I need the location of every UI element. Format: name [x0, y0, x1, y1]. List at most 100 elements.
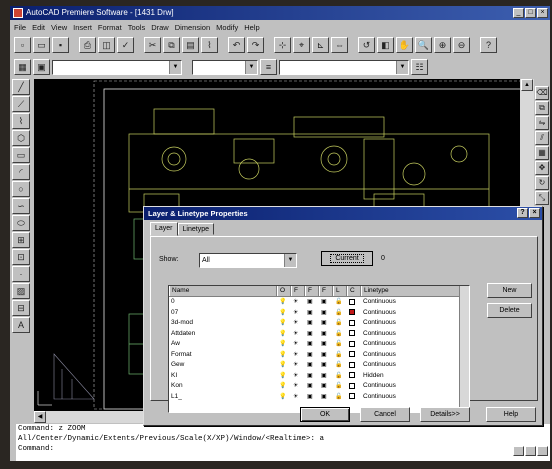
redraw-icon[interactable]: ↺	[358, 37, 375, 53]
ellipse-icon[interactable]: ⬭	[12, 215, 30, 231]
copy-icon[interactable]: ⧉	[163, 37, 180, 53]
menu-insert[interactable]: Insert	[73, 23, 92, 32]
freeze-vp-icon[interactable]: ▣	[305, 381, 319, 391]
freeze-vp-icon[interactable]: ▣	[305, 371, 319, 381]
help-icon[interactable]: ?	[480, 37, 497, 53]
freeze-vp-icon[interactable]: ▣	[305, 350, 319, 360]
lock-icon[interactable]: 🔓	[333, 318, 347, 328]
scroll-up-icon[interactable]: ▲	[521, 79, 533, 91]
col-freeze[interactable]: F	[291, 286, 305, 296]
match-props-icon[interactable]: ⌇	[201, 37, 218, 53]
freeze-icon[interactable]: ☀	[291, 381, 305, 391]
freeze-icon[interactable]: ☀	[291, 329, 305, 339]
freeze-new-icon[interactable]: ▣	[319, 329, 333, 339]
menu-help[interactable]: Help	[244, 23, 259, 32]
freeze-vp-icon[interactable]: ▣	[305, 318, 319, 328]
zoom-realtime-icon[interactable]: 🔍	[415, 37, 432, 53]
color-swatch[interactable]	[347, 329, 361, 339]
lock-icon[interactable]: 🔓	[333, 339, 347, 349]
menu-dimension[interactable]: Dimension	[175, 23, 210, 32]
bulb-icon[interactable]: 💡	[277, 308, 291, 318]
layer-list[interactable]: Name O F F F L C Linetype 0 💡 ☀ ▣ ▣ 🔓 Continuo…	[168, 285, 470, 413]
lock-icon[interactable]: 🔓	[333, 371, 347, 381]
lock-icon[interactable]: 🔓	[333, 392, 347, 402]
cancel-button[interactable]: Cancel	[360, 407, 410, 422]
cut-icon[interactable]: ✂	[144, 37, 161, 53]
freeze-icon[interactable]: ☀	[291, 318, 305, 328]
redo-icon[interactable]: ↷	[247, 37, 264, 53]
erase-icon[interactable]: ⌫	[535, 86, 549, 100]
col-on[interactable]: O	[277, 286, 291, 296]
freeze-icon[interactable]: ☀	[291, 308, 305, 318]
layers-icon[interactable]: ▦	[14, 59, 31, 75]
color-combo[interactable]: ▼	[192, 59, 258, 75]
preview-icon[interactable]: ◫	[98, 37, 115, 53]
object-snap-icon[interactable]: ⌖	[293, 37, 310, 53]
mirror-icon[interactable]: ⇋	[535, 116, 549, 130]
freeze-new-icon[interactable]: ▣	[319, 360, 333, 370]
zoom-previous-icon[interactable]: ⊖	[453, 37, 470, 53]
col-color[interactable]: C	[347, 286, 361, 296]
spline-icon[interactable]: ∽	[12, 198, 30, 214]
spell-icon[interactable]: ✓	[117, 37, 134, 53]
tray-button-2[interactable]	[525, 446, 536, 456]
construction-line-icon[interactable]: ⟋	[12, 96, 30, 112]
lock-icon[interactable]: 🔓	[333, 329, 347, 339]
freeze-new-icon[interactable]: ▣	[319, 297, 333, 307]
freeze-new-icon[interactable]: ▣	[319, 339, 333, 349]
freeze-icon[interactable]: ☀	[291, 371, 305, 381]
move-icon[interactable]: ✥	[535, 161, 549, 175]
offset-icon[interactable]: ⫽	[535, 131, 549, 145]
undo-icon[interactable]: ↶	[228, 37, 245, 53]
hatch-icon[interactable]: ▨	[12, 283, 30, 299]
freeze-vp-icon[interactable]: ▣	[305, 297, 319, 307]
freeze-new-icon[interactable]: ▣	[319, 392, 333, 402]
lock-icon[interactable]: 🔓	[333, 308, 347, 318]
freeze-new-icon[interactable]: ▣	[319, 350, 333, 360]
array-icon[interactable]: ▦	[535, 146, 549, 160]
freeze-icon[interactable]: ☀	[291, 339, 305, 349]
linetype-combo[interactable]: ▼	[279, 59, 409, 75]
scroll-left-icon[interactable]: ◀	[34, 411, 46, 423]
current-button[interactable]: Current	[321, 251, 373, 266]
layer-row[interactable]: KI 💡 ☀ ▣ ▣ 🔓 Hidden	[169, 371, 469, 382]
layer-row[interactable]: 07 💡 ☀ ▣ ▣ 🔓 Continuous	[169, 308, 469, 319]
freeze-vp-icon[interactable]: ▣	[305, 392, 319, 402]
polygon-icon[interactable]: ⬡	[12, 130, 30, 146]
delete-layer-button[interactable]: Delete	[487, 303, 532, 318]
maximize-button[interactable]: □	[525, 8, 536, 18]
minimize-button[interactable]: _	[513, 8, 524, 18]
freeze-vp-icon[interactable]: ▣	[305, 308, 319, 318]
color-swatch[interactable]	[347, 318, 361, 328]
menu-modify[interactable]: Modify	[216, 23, 238, 32]
menu-format[interactable]: Format	[98, 23, 122, 32]
layer-row[interactable]: Attdaten 💡 ☀ ▣ ▣ 🔓 Continuous	[169, 329, 469, 340]
menu-view[interactable]: View	[51, 23, 67, 32]
command-prompt[interactable]: Command:	[18, 444, 550, 454]
copy-object-icon[interactable]: ⧉	[535, 101, 549, 115]
zoom-pan-icon[interactable]: ✋	[396, 37, 413, 53]
make-current-icon[interactable]: ▣	[33, 59, 50, 75]
tab-linetype[interactable]: Linetype	[177, 223, 214, 235]
col-freeze-new[interactable]: F	[319, 286, 333, 296]
layer-row[interactable]: Aw 💡 ☀ ▣ ▣ 🔓 Continuous	[169, 339, 469, 350]
ucs-icon[interactable]: ⊾	[312, 37, 329, 53]
polyline-icon[interactable]: ⌇	[12, 113, 30, 129]
col-lock[interactable]: L	[333, 286, 347, 296]
layer-row[interactable]: 0 💡 ☀ ▣ ▣ 🔓 Continuous	[169, 297, 469, 308]
freeze-icon[interactable]: ☀	[291, 392, 305, 402]
layer-combo[interactable]: ▼	[52, 59, 182, 75]
bulb-icon[interactable]: 💡	[277, 339, 291, 349]
views-icon[interactable]: ◧	[377, 37, 394, 53]
command-window[interactable]: Command: z ZOOM All/Center/Dynamic/Exten…	[16, 424, 550, 461]
lock-icon[interactable]: 🔓	[333, 381, 347, 391]
bulb-icon[interactable]: 💡	[277, 297, 291, 307]
new-layer-button[interactable]: New	[487, 283, 532, 298]
bulb-icon[interactable]: 💡	[277, 350, 291, 360]
dist-icon[interactable]: ⇔	[331, 37, 348, 53]
bulb-icon[interactable]: 💡	[277, 329, 291, 339]
lock-icon[interactable]: 🔓	[333, 360, 347, 370]
paste-icon[interactable]: ▤	[182, 37, 199, 53]
print-icon[interactable]: ⎙	[79, 37, 96, 53]
insert-block-icon[interactable]: ⊞	[12, 232, 30, 248]
